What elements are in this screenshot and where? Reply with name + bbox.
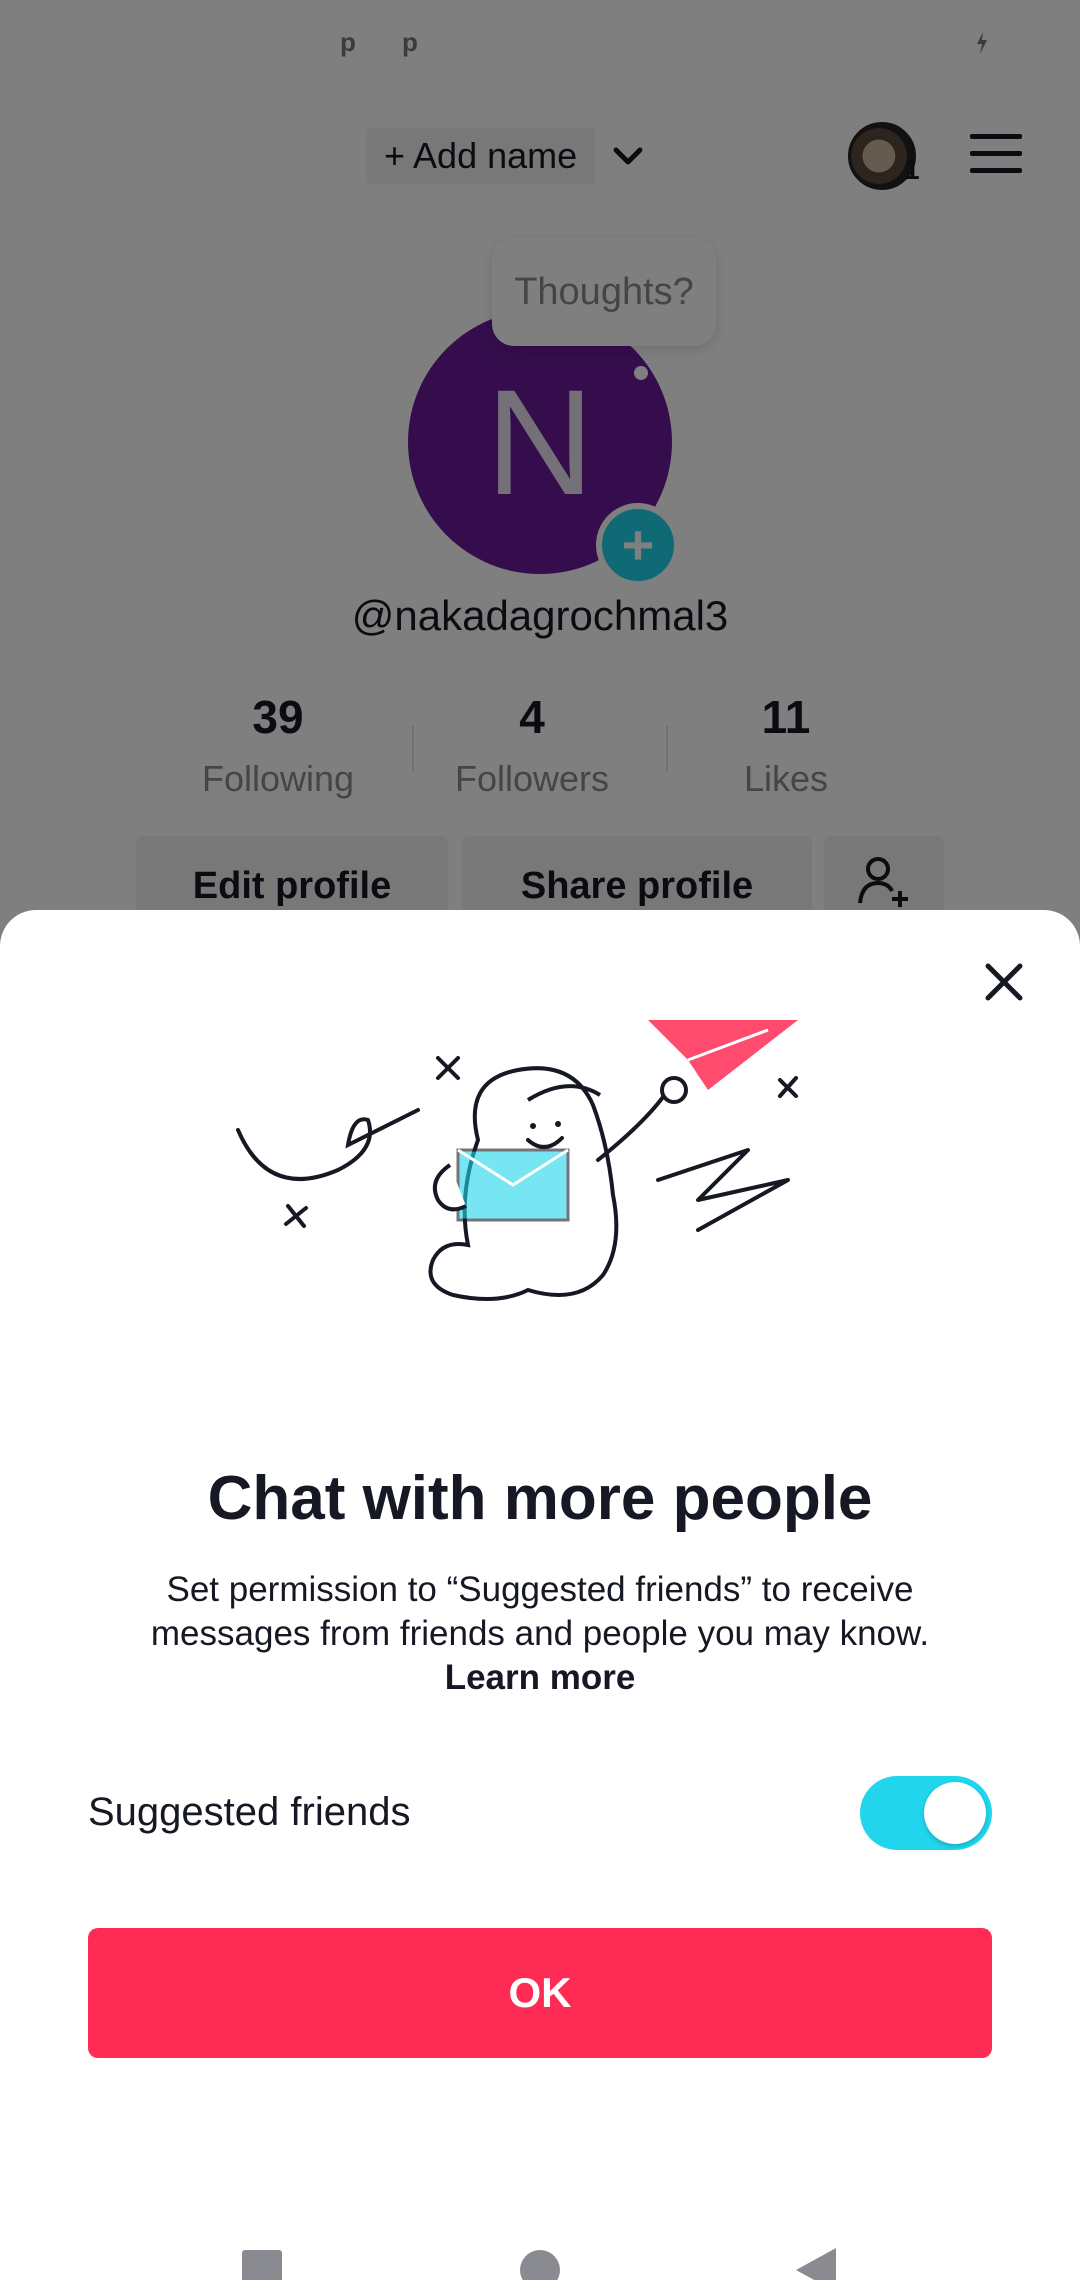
suggested-friends-toggle[interactable] — [860, 1776, 992, 1850]
suggested-friends-setting: Suggested friends — [88, 1760, 992, 1864]
setting-label: Suggested friends — [88, 1790, 411, 1834]
recents-square-icon[interactable] — [222, 2230, 302, 2280]
paper-plane-illustration — [236, 1020, 798, 1301]
learn-more-link[interactable]: Learn more — [0, 1658, 1080, 1698]
system-nav-bar — [0, 2230, 1080, 2280]
toggle-knob — [924, 1782, 986, 1844]
sheet-description: Set permission to “Suggested friends” to… — [150, 1570, 930, 1653]
sheet-title: Chat with more people — [207, 1464, 873, 1533]
back-triangle-icon[interactable] — [776, 2230, 856, 2280]
close-icon[interactable] — [976, 954, 1032, 1010]
ok-button[interactable]: OK — [88, 1928, 992, 2058]
home-circle-icon[interactable] — [500, 2230, 580, 2280]
chat-permission-sheet: Chat with more people Set permission to … — [0, 910, 1080, 2280]
